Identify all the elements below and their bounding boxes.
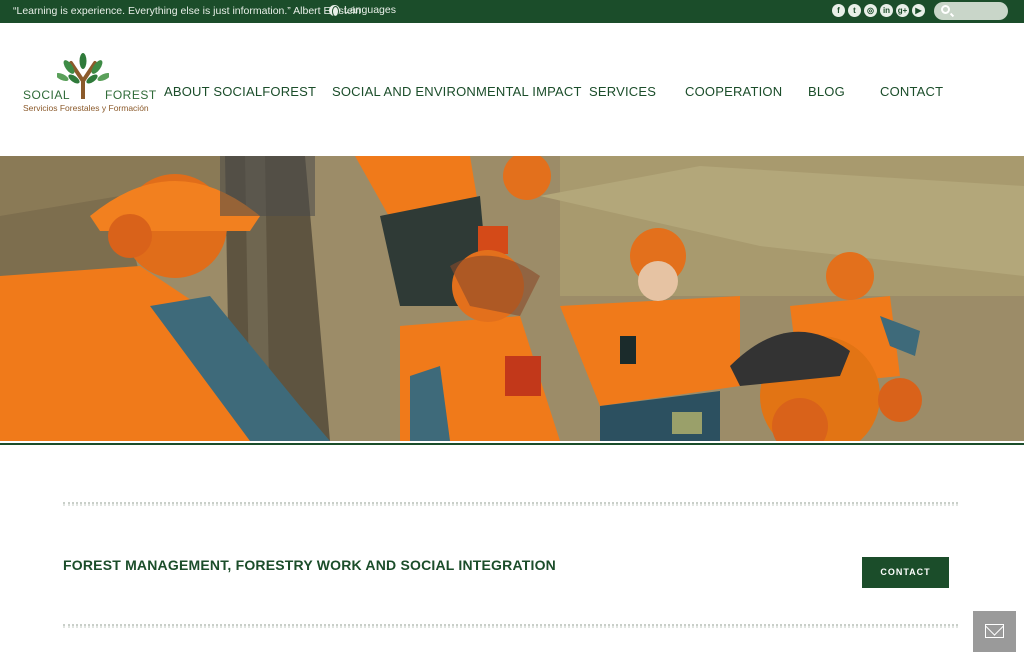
nav-cooperation[interactable]: COOPERATION bbox=[685, 84, 782, 99]
site-header: SOCIAL FOREST Servicios Forestales y For… bbox=[0, 23, 1024, 156]
nav-services[interactable]: SERVICES bbox=[589, 84, 656, 99]
globe-icon bbox=[329, 4, 340, 17]
nav-impact[interactable]: SOCIAL AND ENVIRONMENTAL IMPACT bbox=[332, 84, 582, 99]
nav-contact[interactable]: CONTACT bbox=[880, 84, 943, 99]
twitter-icon[interactable]: t bbox=[848, 4, 861, 17]
site-logo[interactable]: SOCIAL FOREST Servicios Forestales y For… bbox=[23, 53, 156, 113]
header-quote: “Learning is experience. Everything else… bbox=[13, 5, 361, 17]
logo-word-social: SOCIAL bbox=[23, 88, 71, 102]
search-icon bbox=[941, 5, 950, 14]
search-input[interactable] bbox=[934, 2, 1008, 20]
top-bar: “Learning is experience. Everything else… bbox=[0, 0, 1024, 23]
googleplus-icon[interactable]: g+ bbox=[896, 4, 909, 17]
hero-photo-illustration bbox=[0, 156, 1024, 441]
linkedin-icon[interactable]: in bbox=[880, 4, 893, 17]
languages-label: Languages bbox=[344, 4, 396, 16]
hero-image bbox=[0, 156, 1024, 441]
mail-widget-button[interactable] bbox=[973, 611, 1016, 652]
envelope-icon bbox=[985, 624, 1004, 638]
social-links: f t ◎ in g+ ▶ bbox=[832, 4, 925, 17]
page-tagline: FOREST MANAGEMENT, FORESTRY WORK AND SOC… bbox=[63, 557, 556, 573]
dotted-divider-bottom bbox=[63, 624, 958, 628]
languages-menu[interactable]: Languages bbox=[329, 4, 396, 17]
nav-about[interactable]: ABOUT SOCIALFOREST bbox=[164, 84, 316, 99]
contact-button[interactable]: CONTACT bbox=[862, 557, 949, 588]
facebook-icon[interactable]: f bbox=[832, 4, 845, 17]
dotted-divider-top bbox=[63, 502, 958, 506]
instagram-icon[interactable]: ◎ bbox=[864, 4, 877, 17]
nav-blog[interactable]: BLOG bbox=[808, 84, 845, 99]
hero-divider bbox=[0, 443, 1024, 445]
logo-subtitle: Servicios Forestales y Formación bbox=[23, 103, 149, 113]
logo-word-forest: FOREST bbox=[105, 88, 157, 102]
youtube-icon[interactable]: ▶ bbox=[912, 4, 925, 17]
